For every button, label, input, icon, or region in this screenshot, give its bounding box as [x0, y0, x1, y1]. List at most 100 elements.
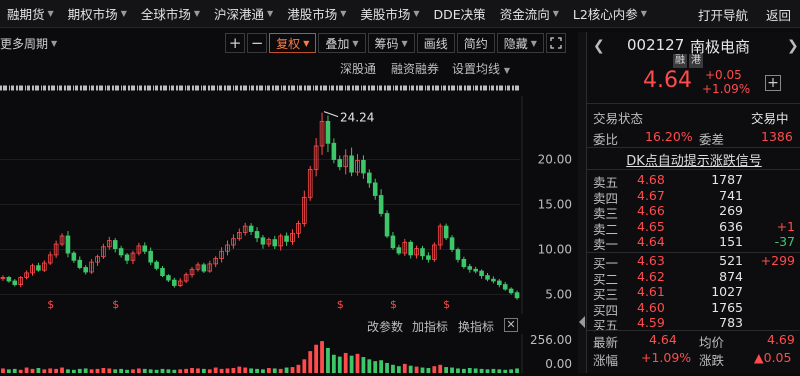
- fuquan-button[interactable]: 复权 ▼: [269, 33, 317, 53]
- chips-label: 筹码: [374, 36, 399, 51]
- close-icon[interactable]: ✕: [504, 318, 518, 332]
- bid-row[interactable]: 买一 4.63 521 +299: [587, 253, 800, 271]
- bid-row[interactable]: 买二 4.62 874: [587, 269, 800, 287]
- panel-collapse-handle[interactable]: [578, 32, 586, 373]
- volume-bar: [420, 367, 425, 373]
- candle-body: [473, 268, 478, 272]
- candle-body: [390, 235, 396, 249]
- nav-item[interactable]: 美股市场 ▼: [353, 0, 426, 27]
- switch-indicator-link[interactable]: 换指标: [458, 318, 494, 335]
- order-volume: 741: [719, 187, 743, 203]
- candle-body: [349, 155, 354, 173]
- chevron-down-icon: ▼: [120, 9, 127, 18]
- candle-body: [160, 267, 165, 276]
- shenzhen-connect-link[interactable]: 深股通: [340, 60, 376, 77]
- edit-params-link[interactable]: 改参数: [367, 318, 403, 335]
- pct-label: 涨幅: [593, 353, 619, 368]
- kline-chart[interactable]: 5.00 10.00 15.00 20.00 24.24 $ $ $ $ $: [0, 96, 578, 314]
- bid-row[interactable]: 买三 4.61 1027: [587, 284, 800, 302]
- order-price: 4.65: [637, 218, 665, 234]
- draw-line-button[interactable]: 画线: [416, 33, 455, 53]
- nav-item[interactable]: 期权市场 ▼: [61, 0, 134, 27]
- volume-bar: [131, 369, 135, 373]
- ma-settings-link[interactable]: 设置均线 ▼: [452, 60, 510, 77]
- weibi-label: 委比: [593, 132, 619, 147]
- bid-row[interactable]: 买五 4.59 783: [587, 315, 800, 333]
- hide-button[interactable]: 隐藏 ▼: [496, 33, 544, 53]
- volume-bar: [36, 367, 41, 373]
- volume-bar: [24, 367, 29, 373]
- event-marker: $: [390, 298, 397, 311]
- chevron-down-icon: ▼: [413, 9, 420, 18]
- nav-item[interactable]: 沪深港通 ▼: [207, 0, 280, 27]
- chevron-down-icon: ▼: [352, 38, 359, 48]
- ask-row[interactable]: 卖五 4.68 1787: [587, 172, 800, 190]
- next-stock-icon[interactable]: ❯: [787, 38, 799, 54]
- bid-row[interactable]: 买四 4.60 1765: [587, 299, 800, 318]
- volume-bar: [308, 351, 313, 373]
- volume-chart-svg: 256.00 0.00: [1, 333, 572, 373]
- open-navigation-button[interactable]: 打开导航: [689, 0, 757, 27]
- chevron-down-icon: ▼: [51, 38, 58, 48]
- nav-item[interactable]: L2核心内参 ▼: [566, 0, 654, 27]
- zoom-out-button[interactable]: −: [247, 33, 268, 53]
- candle-body: [325, 120, 331, 144]
- candle-body: [408, 241, 413, 256]
- nav-item[interactable]: 资金流向 ▼: [493, 0, 566, 27]
- expand-icon[interactable]: [545, 33, 566, 53]
- order-volume: 1765: [711, 299, 743, 315]
- order-price: 4.67: [637, 187, 665, 203]
- volume-bar: [402, 363, 407, 373]
- candle-body: [77, 259, 83, 268]
- candle-body: [284, 235, 289, 242]
- chart-toolbar: 更多周期 ▼ + − 复权 ▼ 叠加 ▼ 筹码 ▼ 画线 简约 隐藏 ▼: [0, 32, 578, 54]
- volume-bar: [349, 355, 354, 373]
- dk-signal-link[interactable]: DK点自动提示涨跌信号: [587, 150, 800, 169]
- overlay-button[interactable]: 叠加 ▼: [318, 33, 366, 53]
- candle-body: [367, 172, 372, 184]
- back-button[interactable]: 返回: [757, 0, 800, 27]
- volume-bar: [467, 367, 472, 373]
- chg-label: 涨跌: [699, 353, 725, 368]
- nav-item-label: L2核心内参: [572, 7, 638, 22]
- nav-item[interactable]: 融期货 ▼: [0, 0, 61, 27]
- volume-bar: [207, 369, 212, 373]
- simple-mode-button[interactable]: 简约: [456, 33, 495, 53]
- candle-body: [502, 284, 508, 290]
- chips-button[interactable]: 筹码 ▼: [367, 33, 415, 53]
- margin-trading-link[interactable]: 融资融券: [391, 60, 439, 77]
- volume-bar: [385, 362, 389, 373]
- nav-item[interactable]: 港股市场 ▼: [280, 0, 353, 27]
- chevron-down-icon: ▼: [267, 9, 274, 18]
- volume-bar: [485, 369, 490, 373]
- y-tick-label: 5.00: [545, 288, 572, 302]
- prev-stock-icon[interactable]: ❮: [593, 38, 605, 54]
- nav-item[interactable]: DDE决策: [427, 0, 493, 27]
- candle-body: [148, 250, 153, 263]
- pct-value: +1.09%: [641, 350, 692, 365]
- volume-bar: [148, 369, 153, 373]
- ask-row[interactable]: 卖一 4.64 151 -37: [587, 234, 800, 252]
- nav-item[interactable]: 全球市场 ▼: [134, 0, 207, 27]
- ticker-strip: [0, 82, 522, 94]
- ask-row[interactable]: 卖二 4.65 636 +1: [587, 218, 800, 237]
- nav-item-label: 资金流向: [499, 7, 550, 22]
- candle-body: [384, 213, 390, 237]
- volume-bar: [373, 361, 378, 373]
- y-tick-label: 20.00: [538, 153, 572, 167]
- zoom-in-button[interactable]: +: [225, 33, 246, 53]
- ask-row[interactable]: 卖四 4.67 741: [587, 187, 800, 206]
- add-indicator-link[interactable]: 加指标: [412, 318, 448, 335]
- volume-chart[interactable]: 256.00 0.00: [0, 333, 578, 373]
- avg-price-value: 4.69: [767, 332, 795, 347]
- ask-row[interactable]: 卖三 4.66 269: [587, 203, 800, 221]
- volume-bar: [30, 368, 35, 373]
- candle-body: [254, 231, 260, 239]
- order-volume: 783: [719, 315, 743, 330]
- add-watchlist-icon[interactable]: +: [765, 75, 781, 91]
- nav-items: 融期货 ▼ 期权市场 ▼ 全球市场 ▼ 沪深港通 ▼ 港股市场 ▼ 美股市场 ▼ DDE决策 资金流向 ▼ L…: [0, 0, 654, 27]
- volume-bar: [54, 368, 59, 373]
- period-selector[interactable]: 更多周期 ▼: [0, 33, 63, 53]
- event-marker: $: [337, 298, 344, 311]
- volume-bar: [509, 369, 514, 373]
